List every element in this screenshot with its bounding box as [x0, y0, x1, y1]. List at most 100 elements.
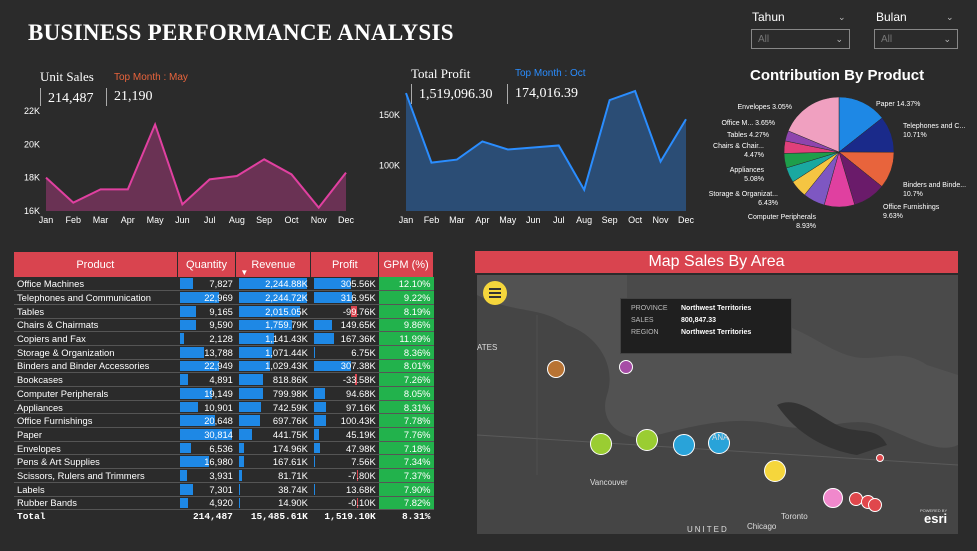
map-bubble[interactable]	[673, 434, 695, 456]
table-row[interactable]: Labels 7,301 38.74K 13.68K 7.90%	[14, 482, 434, 497]
col-revenue[interactable]: Revenue ▼	[235, 252, 312, 277]
cell-revenue: 1,141.43K	[235, 331, 311, 346]
map-bubble[interactable]	[547, 360, 565, 378]
x-tick-label: Jul	[553, 215, 565, 225]
cell-profit: 7.56K	[310, 454, 379, 470]
hamburger-icon	[489, 292, 501, 294]
col-quantity[interactable]: Quantity	[177, 252, 237, 277]
table-row[interactable]: Pens & Art Supplies 16,980 167.61K 7.56K 7.3…	[14, 454, 434, 470]
cell-profit: 94.68K	[310, 386, 379, 401]
pie-label: Telephones and C...	[903, 123, 965, 130]
cell-quantity: 2,128	[177, 331, 236, 346]
table-row[interactable]: Envelopes 6,536 174.96K 47.98K 7.18%	[14, 441, 434, 456]
table-row[interactable]: Tables 9,165 2,015.05K -99.76K 8.19%	[14, 304, 434, 319]
map-bubble[interactable]	[590, 433, 612, 455]
x-tick-label: Oct	[284, 215, 299, 225]
quantity-bar	[180, 346, 204, 358]
tooltip-value: Northwest Territories	[681, 305, 752, 312]
tooltip-row: SALES 800,847.33	[631, 317, 781, 324]
cell-gpm: 11.99%	[378, 331, 434, 346]
y-tick-label: 20K	[24, 139, 40, 149]
table-row[interactable]: Chairs & Chairmats 9,590 1,759.79K 149.65K 9…	[14, 318, 434, 333]
chevron-down-icon[interactable]: ⌄	[946, 12, 954, 23]
x-tick-label: Jan	[399, 215, 414, 225]
cell-product: Chairs & Chairmats	[14, 318, 178, 333]
cell-revenue: 441.75K	[235, 427, 311, 442]
table-row[interactable]: Computer Peripherals 19,149 799.98K 94.68K 8…	[14, 386, 434, 401]
table-row[interactable]: Scissors, Rulers and Trimmers 3,931 81.71K…	[14, 468, 434, 483]
map-bubble[interactable]	[619, 360, 633, 374]
map-tooltip: PROVINCE Northwest Territories SALES 800,8…	[620, 298, 792, 354]
profit-area-chart[interactable]: 100K 150K Jan Feb Mar Apr May Jun Jul Aug Sep Oct No…	[360, 85, 700, 230]
cell-product: Copiers and Fax	[14, 331, 178, 346]
cell-revenue: 1,759.79K	[235, 318, 311, 333]
page-title: BUSINESS PERFORMANCE ANALYSIS	[28, 20, 454, 45]
x-tick-label: Nov	[653, 215, 670, 225]
table-row[interactable]: Rubber Bands 4,920 14.90K -0.10K 7.82%	[14, 496, 434, 511]
cell-quantity: 30,814	[177, 427, 236, 442]
x-tick-label: Jan	[39, 215, 54, 225]
x-tick-label: Aug	[229, 215, 245, 225]
profit-bar	[313, 346, 315, 358]
cell-gpm: 8.05%	[378, 386, 434, 401]
cell-product: Office Machines	[14, 277, 178, 292]
contribution-pie-chart[interactable]: Paper 14.37% Telephones and C... 10.71% Bin…	[700, 90, 977, 240]
table-row[interactable]: Telephones and Communication 22,969 2,244.…	[14, 290, 434, 305]
quantity-bar	[180, 374, 189, 385]
chevron-down-icon[interactable]: ⌄	[838, 12, 846, 23]
cell-quantity: 9,165	[177, 304, 236, 319]
cell-profit: 167.36K	[310, 331, 379, 346]
pie-label-pct: 5.08%	[744, 176, 764, 183]
sort-desc-icon: ▼	[240, 268, 249, 277]
profit-bar	[313, 429, 320, 440]
cell-profit: 45.19K	[310, 427, 379, 442]
revenue-bar	[238, 470, 242, 481]
slicer-bulan-label: Bulan	[876, 10, 907, 24]
table-row[interactable]: Appliances 10,901 742.59K 97.16K 8.31%	[14, 400, 434, 415]
cell-gpm: 8.31%	[378, 400, 434, 415]
y-tick-label: 100K	[379, 161, 400, 171]
table-row[interactable]: Office Furnishings 20,648 697.76K 100.43K 7.…	[14, 413, 434, 429]
cell-quantity: 4,891	[177, 372, 236, 387]
map-menu-button[interactable]	[483, 281, 507, 305]
col-product[interactable]: Product	[14, 252, 178, 277]
table-row[interactable]: Paper 30,814 441.75K 45.19K 7.76%	[14, 427, 434, 442]
profit-bar	[313, 415, 326, 427]
table-row[interactable]: Storage & Organization 13,788 1,071.44K 6.7…	[14, 345, 434, 360]
map-bubble[interactable]	[868, 498, 882, 512]
map-bubble[interactable]	[876, 454, 884, 462]
map-bubble[interactable]	[823, 488, 843, 508]
profit-bar	[313, 319, 332, 331]
x-tick-label: May	[147, 215, 165, 225]
cell-gpm: 7.18%	[378, 441, 434, 456]
cell-profit: 13.68K	[310, 482, 379, 497]
pie-label: Tables 4.27%	[727, 132, 769, 139]
quantity-bar	[180, 319, 197, 331]
col-gpm[interactable]: GPM (%)	[378, 252, 434, 277]
unit-sales-area-chart[interactable]: 16K 18K 20K 22K Jan Feb Mar Apr May Jun Jul Aug Sep O…	[0, 100, 360, 230]
map-bubble[interactable]	[636, 429, 658, 451]
cell-quantity: 4,920	[177, 496, 236, 511]
col-profit[interactable]: Profit	[310, 252, 380, 277]
x-tick-label: Sep	[602, 215, 618, 225]
slicer-bulan-dropdown[interactable]: All ⌄	[874, 29, 958, 49]
cell-gpm: 7.78%	[378, 413, 434, 429]
cell-product: Telephones and Communication	[14, 290, 178, 305]
map-label-toronto: Toronto	[781, 512, 808, 521]
x-tick-label: Apr	[121, 215, 135, 225]
map-bubble[interactable]	[764, 460, 786, 482]
quantity-bar	[180, 483, 193, 495]
cell-profit: 1,519.10K	[324, 511, 376, 523]
cell-gpm: 7.76%	[378, 427, 434, 442]
slicer-tahun-dropdown[interactable]: All ⌄	[751, 29, 850, 49]
cell-product: Binders and Binder Accessories	[14, 359, 178, 374]
cell-product: Envelopes	[14, 441, 178, 456]
table-row[interactable]: Binders and Binder Accessories 22,949 1,02…	[14, 359, 434, 374]
cell-quantity: 10,901	[177, 400, 236, 415]
product-table: Product Quantity Revenue ▼ Profit GPM (%)…	[14, 252, 434, 523]
table-row[interactable]: Bookcases 4,891 818.86K -33.58K 7.26%	[14, 372, 434, 387]
table-row[interactable]: Copiers and Fax 2,128 1,141.43K 167.36K 11.9…	[14, 331, 434, 346]
table-row[interactable]: Office Machines 7,827 2,244.88K 305.56K 12.1…	[14, 277, 434, 292]
cell-quantity: 22,949	[177, 359, 236, 374]
cell-profit: 316.95K	[310, 290, 379, 305]
